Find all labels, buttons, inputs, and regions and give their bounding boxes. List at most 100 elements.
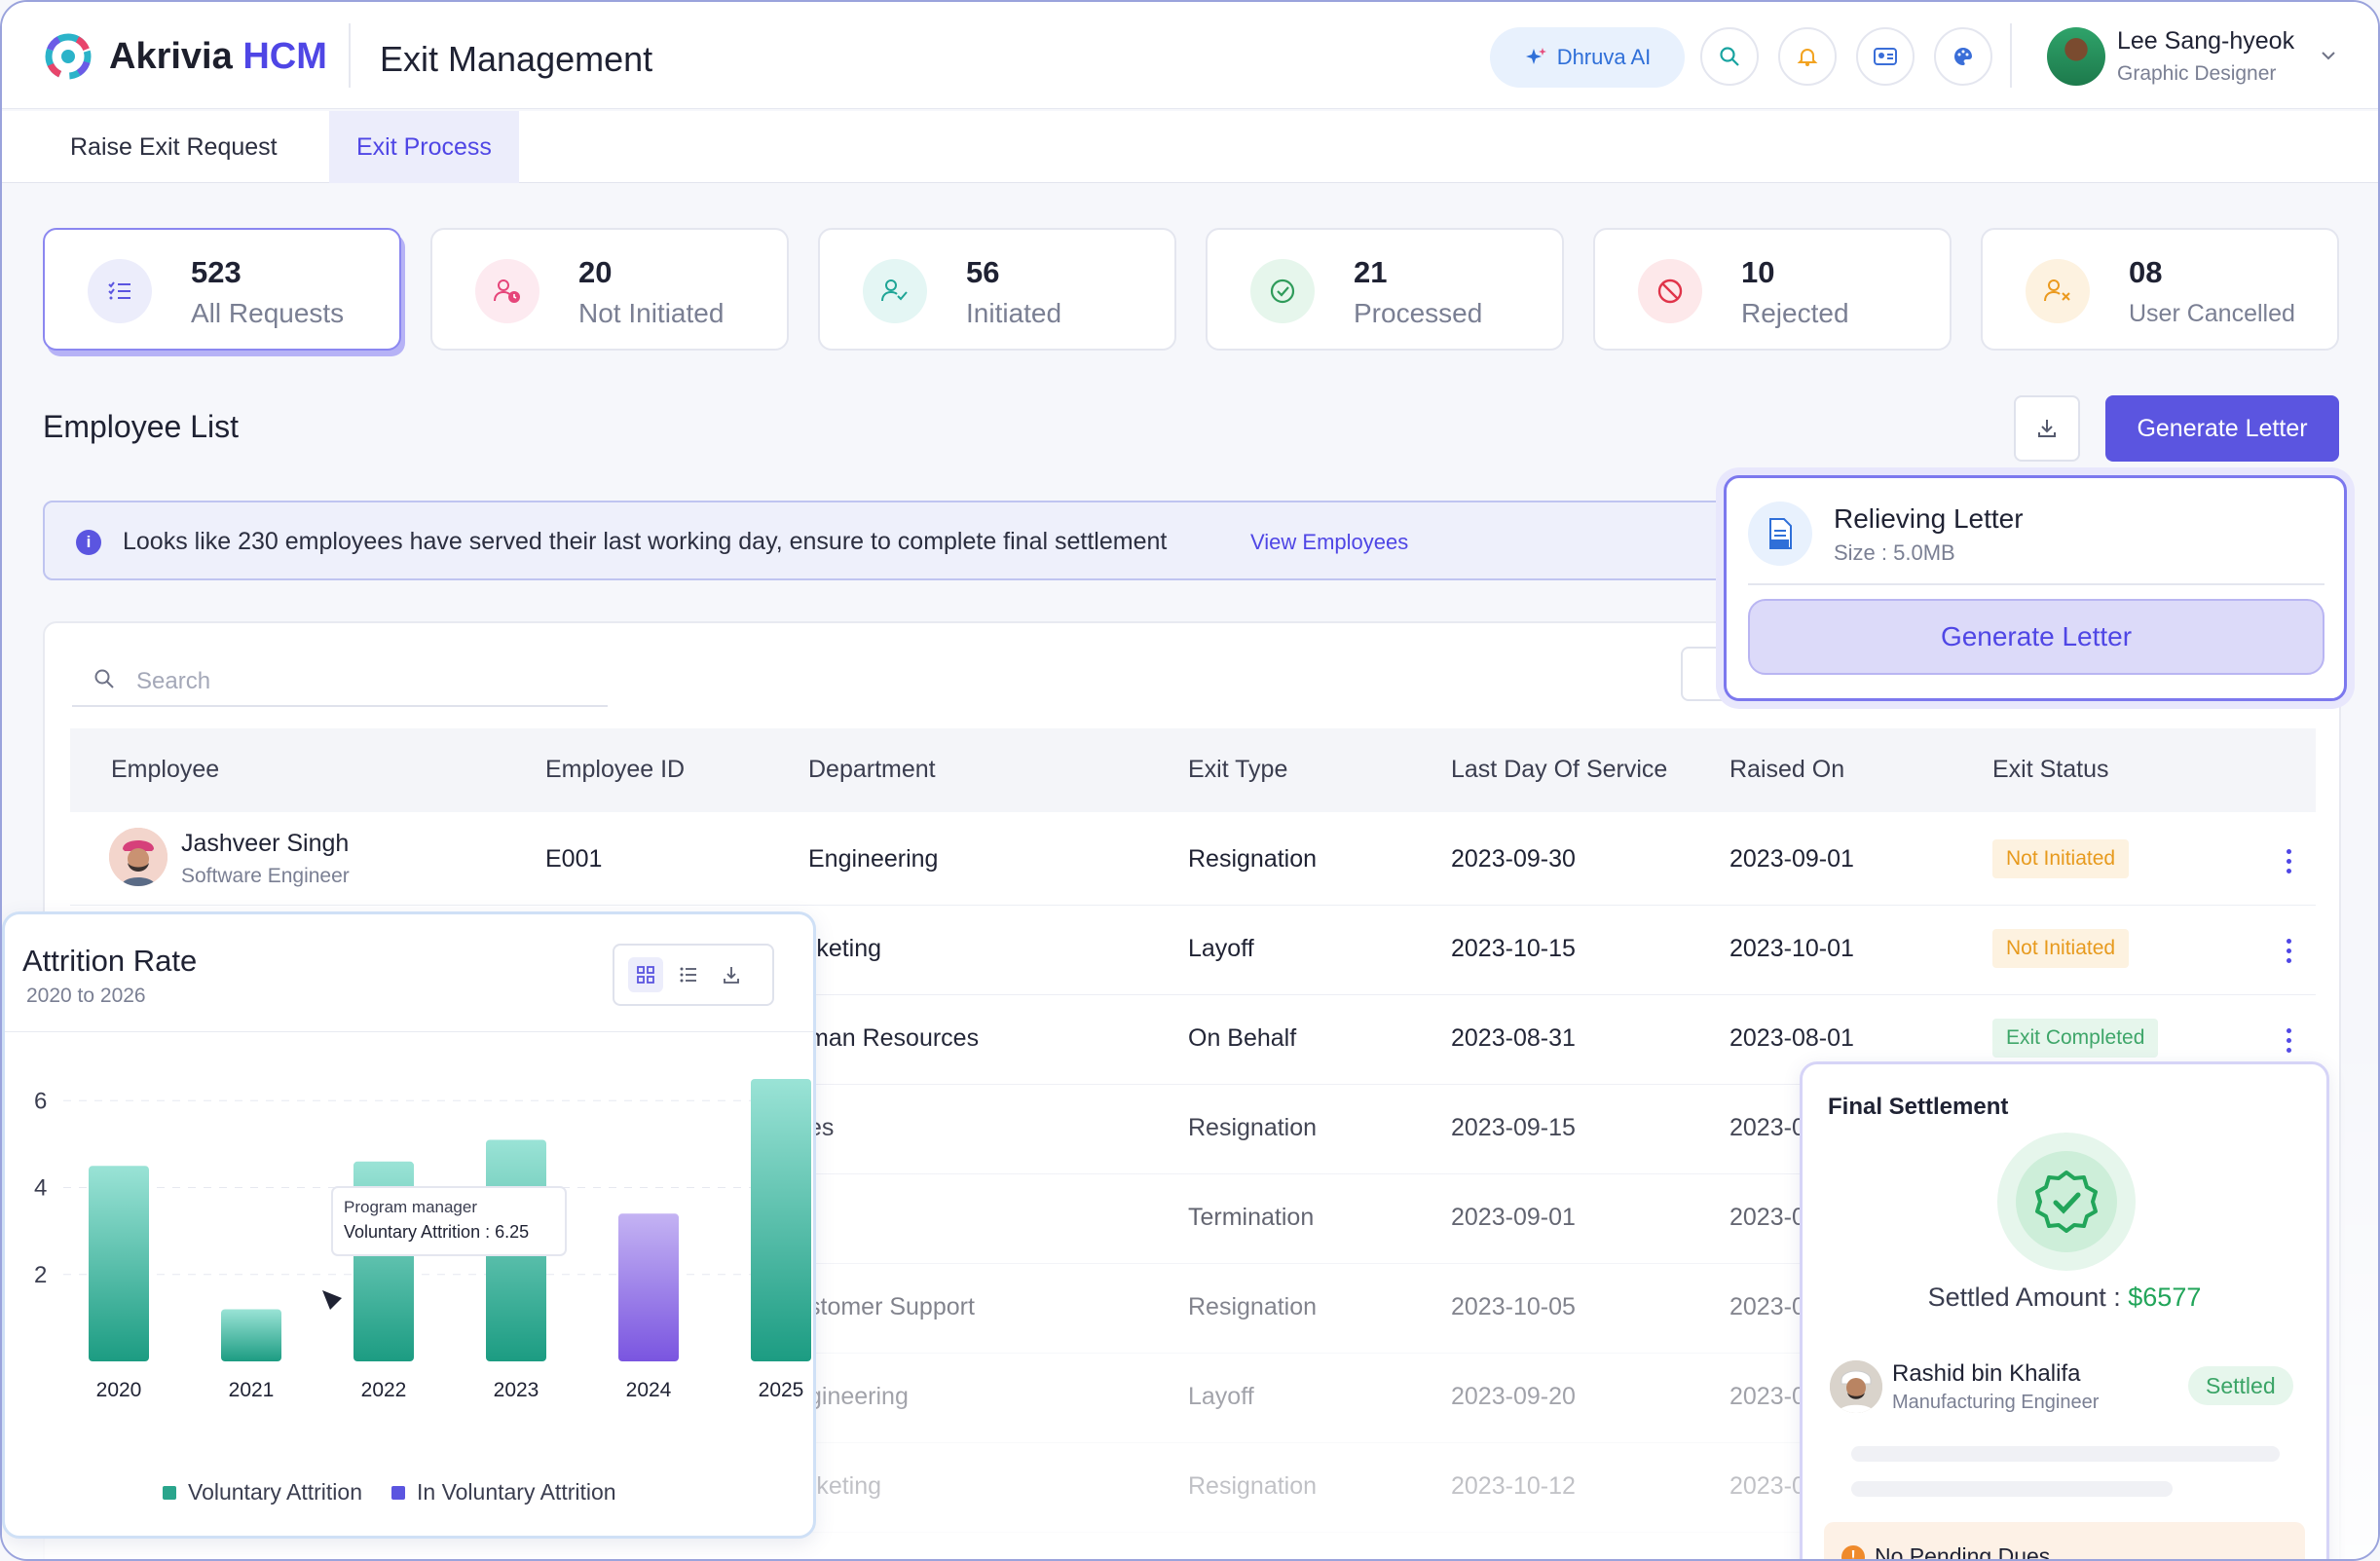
list-view-icon[interactable] — [671, 957, 706, 992]
search-icon — [94, 669, 114, 688]
search-button[interactable] — [1700, 27, 1759, 86]
stat-label: Processed — [1354, 298, 1483, 328]
attrition-bar-chart: 2020202120222023202420252026 246 Program… — [34, 1079, 811, 1401]
theme-button[interactable] — [1934, 27, 1992, 86]
column-header[interactable]: Exit Status — [1992, 756, 2109, 784]
x-tick-label: 2025 — [759, 1379, 804, 1401]
download-icon[interactable] — [714, 957, 749, 992]
user-name: Lee Sang-hyeok — [2117, 27, 2295, 55]
skeleton-line — [1851, 1446, 2280, 1462]
dhruva-ai-label: Dhruva AI — [1556, 45, 1652, 69]
info-icon: i — [76, 530, 101, 555]
id-card-button[interactable] — [1856, 27, 1915, 86]
department: stomer Support — [808, 1293, 975, 1320]
last-day: 2023-09-01 — [1451, 1204, 1576, 1231]
tooltip-title: Program manager — [344, 1198, 477, 1216]
stat-value: 20 — [578, 255, 613, 289]
raised-on: 2023-09-01 — [1729, 845, 1854, 873]
employee-id: E001 — [545, 845, 603, 873]
x-tick-label: 2022 — [361, 1379, 407, 1401]
column-header[interactable]: Last Day Of Service — [1451, 756, 1667, 784]
akrivia-logo-icon — [45, 33, 92, 80]
exit-type: Resignation — [1188, 845, 1318, 873]
more-actions-icon[interactable] — [2287, 939, 2292, 968]
x-tick-label: 2021 — [229, 1379, 275, 1401]
search-placeholder: Search — [136, 668, 211, 694]
grid-view-icon[interactable] — [628, 957, 663, 992]
stat-card-initiated[interactable]: 56 Initiated — [818, 228, 1176, 351]
stat-card-rejected[interactable]: 10 Rejected — [1593, 228, 1952, 351]
column-header[interactable]: Employee — [111, 756, 219, 784]
y-tick-label: 4 — [34, 1175, 47, 1202]
attrition-subtitle: 2020 to 2026 — [26, 985, 146, 1007]
last-day: 2023-09-15 — [1451, 1114, 1576, 1141]
more-actions-icon[interactable] — [2287, 849, 2292, 878]
final-settlement-title: Final Settlement — [1828, 1094, 2009, 1120]
check-circle-icon — [1250, 259, 1315, 323]
last-day: 2023-10-15 — [1451, 935, 1576, 962]
download-icon — [2038, 420, 2056, 437]
chart-legend: Voluntary Attrition In Voluntary Attriti… — [163, 1479, 616, 1505]
column-header[interactable]: Raised On — [1729, 756, 1844, 784]
y-tick-label: 2 — [34, 1262, 47, 1288]
legend-label: In Voluntary Attrition — [417, 1479, 616, 1505]
department: rketing — [808, 1472, 882, 1500]
exit-type: On Behalf — [1188, 1024, 1297, 1052]
raised-on: 2023-10-01 — [1729, 935, 1854, 962]
tooltip-value: Voluntary Attrition : 6.25 — [344, 1222, 529, 1242]
last-day: 2023-10-12 — [1451, 1472, 1576, 1500]
stat-value: 21 — [1354, 255, 1388, 289]
chevron-down-icon[interactable] — [2318, 45, 2339, 66]
legend-item[interactable]: In Voluntary Attrition — [391, 1479, 616, 1505]
column-header[interactable]: Exit Type — [1188, 756, 1287, 784]
exit-type: Resignation — [1188, 1472, 1318, 1500]
stat-label: Initiated — [966, 298, 1062, 328]
verified-badge-icon — [1997, 1133, 2136, 1271]
sparkle-icon — [1525, 48, 1546, 64]
stat-card-all-requests[interactable]: 523 All Requests — [43, 228, 401, 351]
settled-status-badge: Settled — [2188, 1366, 2293, 1405]
info-banner: i Looks like 230 employees have served t… — [43, 501, 1776, 580]
employee-list-title: Employee List — [43, 409, 239, 444]
y-tick-label: 6 — [34, 1088, 47, 1114]
info-icon: ! — [1841, 1545, 1865, 1559]
search-icon — [1720, 47, 1739, 66]
stat-value: 56 — [966, 255, 1000, 289]
bar-2020[interactable] — [89, 1166, 149, 1361]
bar-2025[interactable] — [751, 1079, 811, 1361]
generate-letter-popup-button[interactable]: Generate Letter — [1748, 599, 2324, 675]
download-button[interactable] — [2014, 395, 2080, 462]
column-header[interactable]: Employee ID — [545, 756, 685, 784]
status-badge: Not Initiated — [1992, 929, 2130, 968]
notifications-button[interactable] — [1778, 27, 1837, 86]
final-settlement-card: Final Settlement Settled Amount : $6577 … — [1800, 1061, 2329, 1559]
dhruva-ai-button[interactable]: Dhruva AI — [1490, 27, 1685, 88]
bar-2021[interactable] — [221, 1309, 281, 1361]
brand-logo[interactable]: Akrivia HCM — [41, 29, 327, 84]
legend-item[interactable]: Voluntary Attrition — [163, 1479, 362, 1505]
table-row[interactable]: Jashveer Singh Software Engineer E001 En… — [70, 816, 2316, 906]
tab-exit-process[interactable]: Exit Process — [329, 111, 519, 183]
settled-amount-value: $6577 — [2128, 1282, 2202, 1312]
chart-toolbar — [613, 944, 774, 1006]
employee-name: Jashveer Singh — [181, 830, 350, 857]
bar-2024[interactable] — [618, 1213, 679, 1361]
view-employees-link[interactable]: View Employees — [1250, 530, 1408, 555]
column-header[interactable]: Department — [808, 756, 936, 784]
employee-avatar — [1830, 1360, 1882, 1413]
tab-raise-exit-request[interactable]: Raise Exit Request — [43, 111, 305, 183]
user-x-icon — [2026, 259, 2090, 323]
x-tick-label: 2023 — [494, 1379, 539, 1401]
user-avatar[interactable] — [2047, 27, 2105, 86]
more-actions-icon[interactable] — [2287, 1028, 2292, 1058]
search-field[interactable]: Search — [72, 652, 608, 707]
generate-letter-button[interactable]: Generate Letter — [2105, 395, 2339, 462]
stat-card-processed[interactable]: 21 Processed — [1206, 228, 1564, 351]
pending-dues-notice: ! No Pending Dues — [1824, 1522, 2305, 1559]
stat-value: 08 — [2129, 255, 2163, 289]
stat-card-not-initiated[interactable]: 20 Not Initiated — [430, 228, 789, 351]
user-clock-icon — [475, 259, 539, 323]
banner-text: Looks like 230 employees have served the… — [123, 528, 1168, 555]
card-divider — [5, 1031, 813, 1032]
stat-card-user-cancelled[interactable]: 08 User Cancelled — [1981, 228, 2339, 351]
